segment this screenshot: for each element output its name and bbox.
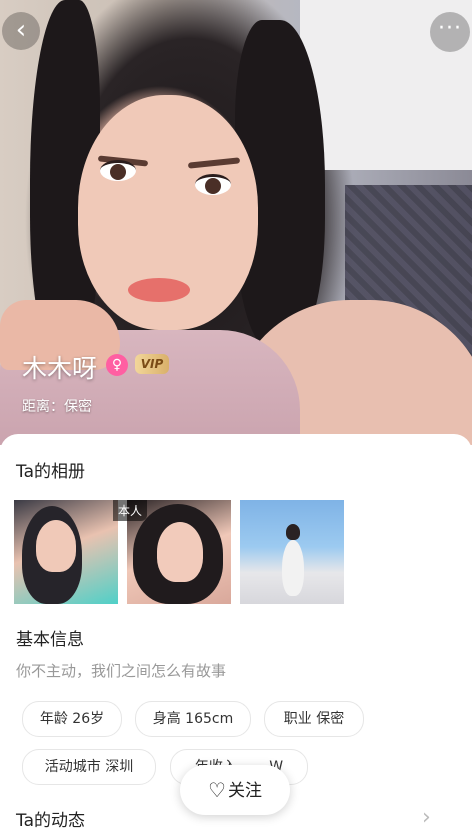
album-photo[interactable]	[240, 500, 344, 604]
more-options-button[interactable]: ···	[430, 12, 470, 52]
profile-motto: 你不主动，我们之间怎么有故事	[16, 662, 227, 680]
info-chip-age: 年龄 26岁	[22, 701, 122, 737]
dynamics-section-title[interactable]: Ta的动态	[16, 806, 85, 831]
profile-name: 木木呀	[22, 354, 98, 383]
follow-button[interactable]: ♡ 关注	[180, 765, 290, 815]
info-chip-height: 身高 165cm	[135, 701, 251, 737]
back-button[interactable]: ‹	[2, 12, 40, 50]
chevron-right-icon[interactable]: ›	[422, 805, 431, 830]
album-photo[interactable]	[14, 500, 118, 604]
lips	[128, 278, 190, 302]
follow-label: 关注	[227, 781, 262, 801]
basic-info-title: 基本信息	[16, 630, 84, 650]
eye-left	[100, 160, 136, 181]
distance-text: 距离：保密	[22, 399, 92, 415]
album-section-title: Ta的相册	[16, 462, 85, 482]
vip-badge: VIP	[135, 354, 169, 374]
info-chip-city: 活动城市 深圳	[22, 749, 156, 785]
info-chip-occupation: 职业 保密	[264, 701, 364, 737]
eye-right	[195, 174, 231, 195]
self-photo-tag: 本人	[113, 500, 148, 521]
heart-icon: ♡	[208, 778, 226, 802]
female-gender-icon: ♀	[106, 354, 128, 376]
